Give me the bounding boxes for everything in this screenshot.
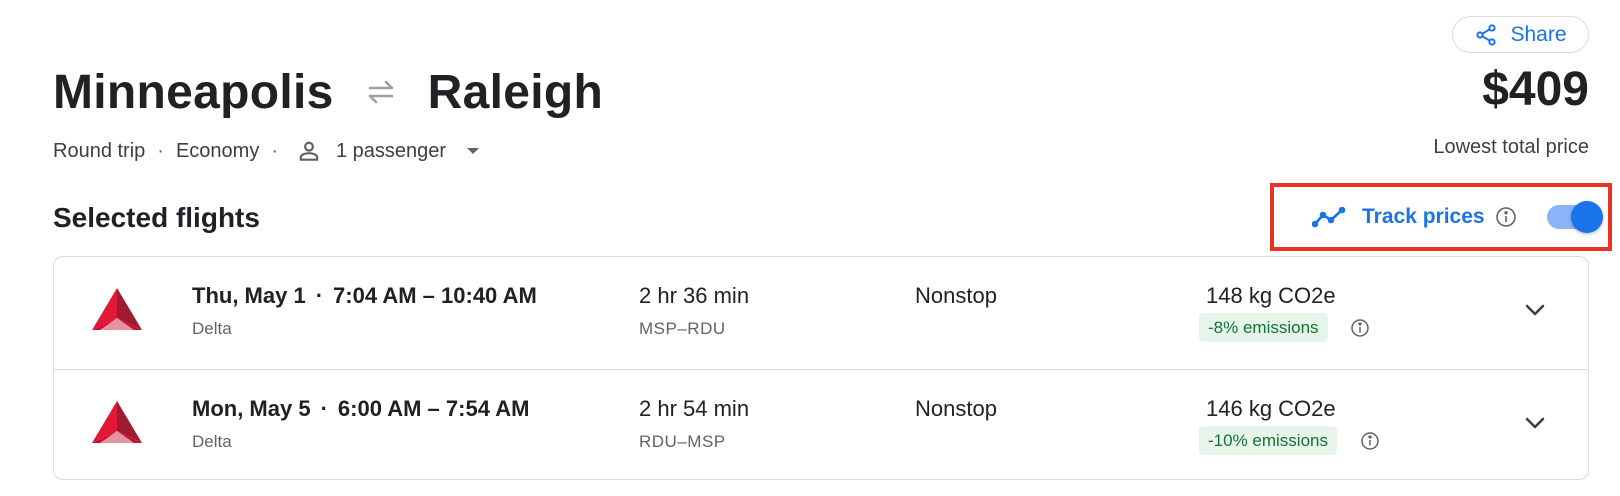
track-prices-control: Track prices xyxy=(1312,197,1603,237)
info-icon[interactable] xyxy=(1360,431,1380,451)
flight-duration: 2 hr 54 min xyxy=(639,396,750,421)
person-icon xyxy=(299,141,319,161)
share-button[interactable]: Share xyxy=(1452,16,1589,53)
flight-row[interactable]: Thu, May 1 · 7:04 AM – 10:40 AM Delta 2 hr… xyxy=(54,257,1588,369)
section-heading: Selected flights xyxy=(53,202,260,233)
airline-name: Delta xyxy=(192,319,232,338)
selected-flights-list: Thu, May 1 · 7:04 AM – 10:40 AM Delta 2 hr… xyxy=(53,256,1589,480)
airline-name: Delta xyxy=(192,432,232,451)
page-title: Minneapolis Raleigh xyxy=(53,62,603,122)
price-label: Lowest total price xyxy=(1433,136,1589,158)
trip-type: Round trip xyxy=(53,139,146,162)
flight-row[interactable]: Mon, May 5 · 6:00 AM – 7:54 AM Delta 2 hr … xyxy=(54,369,1588,479)
cabin-class: Economy xyxy=(175,139,260,162)
trip-summary: Round trip · Economy · 1 passenger xyxy=(53,134,480,168)
flight-date: Mon, May 5 xyxy=(192,396,311,421)
separator-dot: · xyxy=(320,396,328,421)
separator-dot: · xyxy=(157,139,164,162)
toggle-knob xyxy=(1570,201,1603,233)
destination-city: Raleigh xyxy=(427,65,604,119)
co2-value: 146 kg CO2e xyxy=(1206,396,1336,421)
share-label: Share xyxy=(1510,22,1567,46)
trend-line-icon xyxy=(1312,206,1346,228)
delta-logo-icon xyxy=(92,401,142,443)
info-icon[interactable] xyxy=(1495,206,1517,228)
airport-codes: MSP–RDU xyxy=(639,319,726,338)
track-prices-toggle[interactable] xyxy=(1546,201,1603,233)
flight-time-range: 6:00 AM – 7:54 AM xyxy=(337,396,530,421)
delta-logo-icon xyxy=(92,288,142,330)
stops-info: Nonstop xyxy=(915,396,997,421)
passenger-selector[interactable]: 1 passenger xyxy=(336,140,446,163)
stops-info: Nonstop xyxy=(915,283,997,308)
airport-codes: RDU–MSP xyxy=(639,432,726,451)
emissions-badge: -10% emissions xyxy=(1199,426,1337,455)
round-trip-arrows-icon xyxy=(364,75,398,109)
flight-duration: 2 hr 36 min xyxy=(639,283,750,308)
emissions-badge: -8% emissions xyxy=(1199,313,1328,342)
flight-date: Thu, May 1 xyxy=(192,283,306,308)
track-prices-label[interactable]: Track prices xyxy=(1362,205,1485,229)
separator-dot: · xyxy=(315,283,324,308)
total-price: $409 xyxy=(1482,63,1589,116)
flight-times: Mon, May 5 · 6:00 AM – 7:54 AM xyxy=(192,396,529,422)
flight-time-range: 7:04 AM – 10:40 AM xyxy=(333,283,537,308)
separator-dot: · xyxy=(271,139,278,162)
track-prices-highlight: Track prices xyxy=(1270,183,1612,251)
share-icon xyxy=(1476,23,1497,46)
origin-city: Minneapolis xyxy=(53,65,334,119)
chevron-down-icon[interactable] xyxy=(466,146,480,156)
co2-value: 148 kg CO2e xyxy=(1206,283,1336,308)
flight-times: Thu, May 1 · 7:04 AM – 10:40 AM xyxy=(192,283,537,309)
chevron-down-icon[interactable] xyxy=(1522,410,1548,436)
info-icon[interactable] xyxy=(1350,318,1370,338)
chevron-down-icon[interactable] xyxy=(1522,297,1548,323)
